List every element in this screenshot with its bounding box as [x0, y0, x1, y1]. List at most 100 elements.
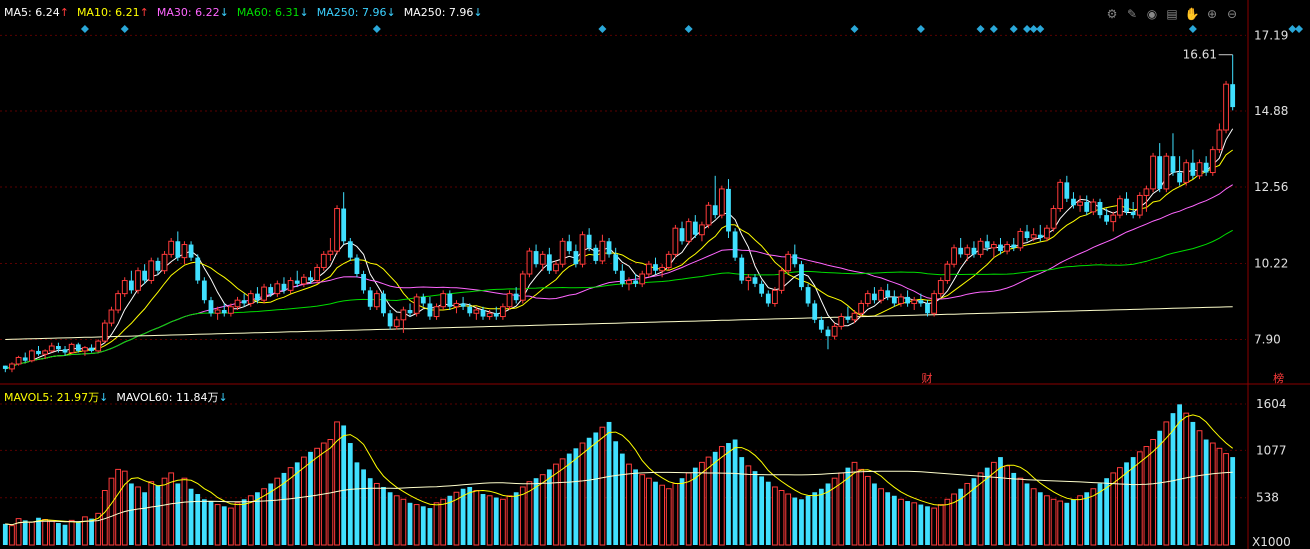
candle-body: [573, 251, 579, 265]
candle-body: [546, 254, 552, 271]
volume-bar: [42, 519, 49, 546]
volume-bar: [393, 495, 400, 546]
volume-bar: [553, 463, 559, 546]
volume-bar: [911, 502, 918, 546]
candle-body: [526, 250, 533, 275]
candle-body: [427, 303, 433, 317]
candle-body: [898, 296, 904, 304]
volume-bar: [944, 498, 951, 546]
zoom-out-icon[interactable]: ⊖: [1224, 6, 1240, 22]
candle-body: [818, 319, 824, 330]
eye-icon[interactable]: ◉: [1144, 6, 1160, 22]
volume-tick-label: 1077: [1256, 443, 1287, 457]
event-diamond: [976, 25, 985, 33]
volume-bar: [1230, 457, 1236, 545]
volume-bar: [121, 470, 128, 546]
candle-body: [208, 300, 214, 314]
candle-body: [274, 283, 281, 295]
volume-bar: [998, 457, 1003, 545]
volume-bar: [579, 442, 586, 546]
candle-body: [792, 254, 798, 265]
volume-bar: [373, 482, 380, 546]
volume-bar: [718, 446, 725, 546]
candlestick-series: [2, 54, 1236, 373]
candle-body: [765, 293, 771, 304]
price-tick-label: 10.22: [1254, 257, 1288, 271]
volume-bar: [427, 508, 433, 545]
volume-bar: [1084, 492, 1090, 545]
volume-bar: [500, 498, 506, 546]
candle-body: [1124, 198, 1129, 212]
ma30-line: [5, 184, 1233, 370]
volume-bar: [381, 486, 386, 545]
candle-body: [82, 347, 88, 352]
volume-bar: [227, 507, 234, 546]
candle-body: [745, 276, 752, 282]
brush-icon[interactable]: ✎: [1124, 6, 1140, 22]
volume-bar: [300, 456, 307, 546]
zoom-in-icon[interactable]: ⊕: [1204, 6, 1220, 22]
candle-body: [1071, 198, 1076, 206]
candle-body: [221, 310, 227, 314]
candle-body: [519, 273, 526, 301]
candle-body: [1104, 215, 1110, 222]
candle-body: [300, 276, 307, 285]
candle-body: [95, 340, 102, 352]
candle-body: [135, 270, 141, 291]
volume-bar: [1216, 447, 1223, 546]
candle-body: [799, 264, 804, 288]
candle-body: [473, 309, 480, 314]
settings-icon[interactable]: ⚙: [1104, 6, 1120, 22]
candle-body: [931, 293, 938, 314]
store-icon[interactable]: ▤: [1164, 6, 1180, 22]
candle-body: [15, 356, 22, 365]
volume-bar: [633, 469, 638, 545]
volume-bar: [168, 472, 175, 546]
candle-body: [665, 253, 672, 268]
candle-body: [825, 329, 831, 337]
price-tick-label: 7.90: [1254, 332, 1281, 346]
volume-bar: [89, 518, 94, 545]
volume-bar: [420, 506, 426, 545]
volume-bar: [62, 524, 68, 545]
volume-bar: [1057, 500, 1064, 546]
candle-body: [539, 253, 546, 265]
kline-chart[interactable]: 16.61 财榜涨 17.1914.8812.5610.227.90 16041…: [0, 0, 1310, 549]
candle-body: [692, 221, 698, 235]
price-tick-label: 12.56: [1254, 180, 1288, 194]
candle-body: [56, 346, 61, 350]
volume-bar: [573, 448, 579, 545]
candle-body: [964, 247, 971, 255]
volume-bar: [440, 498, 447, 546]
candle-body: [1044, 227, 1050, 239]
chart-toolbar: ⚙ ✎ ◉ ▤ ✋ ⊕ ⊖: [1104, 6, 1240, 22]
max-price-label: 16.61: [1183, 48, 1217, 62]
candle-body: [645, 263, 652, 275]
ma-legend-text: MA10: 6.21: [76, 6, 140, 19]
hand-icon[interactable]: ✋: [1184, 6, 1200, 22]
candle-body: [420, 296, 426, 304]
candle-body: [864, 293, 871, 304]
candle-body: [805, 287, 811, 304]
candle-body: [1050, 208, 1057, 229]
volume-bar: [878, 488, 884, 546]
candle-body: [181, 244, 188, 259]
volume-bar: [135, 486, 141, 546]
volume-bar: [539, 474, 546, 546]
candle-body: [1157, 156, 1163, 189]
volume-tick-label: 538: [1256, 491, 1279, 505]
volume-bar: [1183, 412, 1190, 546]
candle-body: [1196, 162, 1203, 177]
ma-legend-text: MA60: 6.31: [236, 6, 300, 19]
volume-bar: [679, 478, 685, 545]
volume-bar: [818, 488, 824, 545]
volume-bar: [772, 486, 778, 546]
volume-bar: [1044, 495, 1050, 546]
ma-legend-arrow: ↑: [59, 6, 69, 19]
candle-body: [1064, 182, 1070, 199]
candle-body: [142, 270, 148, 281]
candle-body: [62, 349, 68, 353]
candle-body: [1209, 149, 1216, 174]
volume-bar: [1143, 446, 1150, 546]
candle-body: [287, 280, 294, 291]
